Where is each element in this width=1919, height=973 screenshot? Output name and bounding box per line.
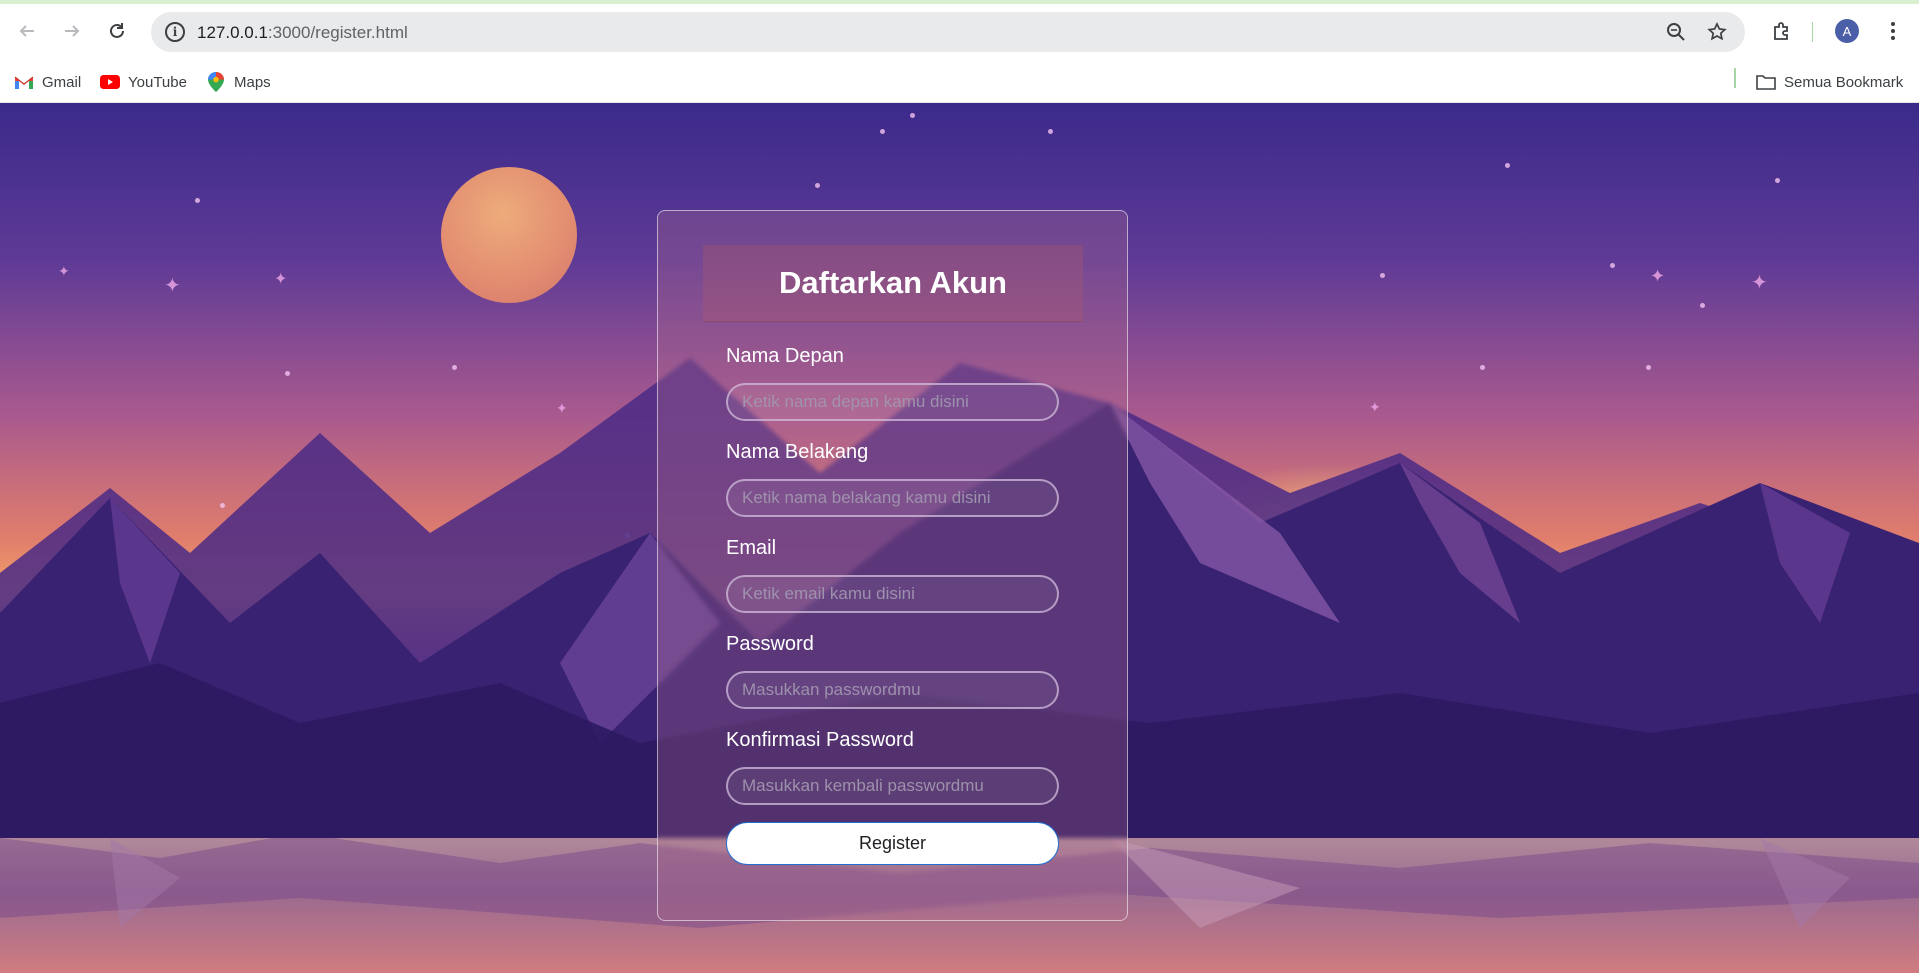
reload-icon bbox=[110, 23, 124, 38]
folder-icon bbox=[1756, 74, 1776, 90]
address-bar[interactable]: i 127.0.0.1:3000/register.html bbox=[151, 12, 1745, 52]
extensions-icon[interactable] bbox=[1765, 14, 1799, 48]
toolbar-divider bbox=[1812, 22, 1813, 42]
confirm-password-input[interactable] bbox=[726, 767, 1059, 805]
bookmarks-divider bbox=[1734, 68, 1736, 88]
first-name-input[interactable] bbox=[726, 383, 1059, 421]
email-input[interactable] bbox=[726, 575, 1059, 613]
forward-button[interactable] bbox=[55, 14, 89, 48]
last-name-label: Nama Belakang bbox=[726, 441, 869, 463]
register-card: Daftarkan Akun Nama Depan Nama Belakang … bbox=[657, 210, 1128, 921]
all-bookmarks-label: Semua Bookmark bbox=[1784, 73, 1904, 91]
profile-avatar[interactable]: A bbox=[1835, 19, 1859, 43]
browser-toolbar: i 127.0.0.1:3000/register.html A bbox=[0, 0, 1919, 61]
back-arrow-icon bbox=[19, 25, 34, 37]
form-title: Daftarkan Akun bbox=[779, 265, 1007, 300]
back-button[interactable] bbox=[10, 14, 44, 48]
forward-arrow-icon bbox=[65, 25, 80, 37]
bookmark-youtube[interactable]: YouTube bbox=[100, 69, 187, 95]
url-host: 127.0.0.1 bbox=[197, 23, 268, 42]
gmail-icon bbox=[14, 74, 34, 90]
bookmarks-bar: Gmail YouTube Maps Semua Bookmark bbox=[0, 61, 1919, 103]
url-path: :3000/register.html bbox=[267, 23, 408, 42]
first-name-label: Nama Depan bbox=[726, 345, 844, 367]
bookmark-star-icon[interactable] bbox=[1705, 20, 1729, 44]
site-info-icon[interactable]: i bbox=[165, 22, 185, 42]
bookmark-gmail[interactable]: Gmail bbox=[14, 69, 81, 95]
reload-button[interactable] bbox=[100, 14, 134, 48]
register-button[interactable]: Register bbox=[726, 822, 1059, 865]
zoom-icon[interactable] bbox=[1664, 20, 1688, 44]
bookmark-maps[interactable]: Maps bbox=[206, 69, 271, 95]
password-input[interactable] bbox=[726, 671, 1059, 709]
youtube-icon bbox=[100, 74, 120, 90]
email-label: Email bbox=[726, 537, 777, 559]
password-label: Password bbox=[726, 633, 814, 655]
loading-bar bbox=[0, 0, 1919, 4]
bookmark-label: YouTube bbox=[128, 73, 187, 91]
maps-icon bbox=[206, 72, 226, 92]
menu-kebab-icon[interactable] bbox=[1876, 14, 1910, 48]
card-header: Daftarkan Akun bbox=[703, 245, 1083, 322]
confirm-password-label: Konfirmasi Password bbox=[726, 729, 914, 751]
url-text[interactable]: 127.0.0.1:3000/register.html bbox=[197, 23, 408, 43]
all-bookmarks-folder[interactable]: Semua Bookmark bbox=[1756, 69, 1903, 95]
bookmark-label: Gmail bbox=[42, 73, 82, 91]
last-name-input[interactable] bbox=[726, 479, 1059, 517]
bookmark-label: Maps bbox=[234, 73, 271, 91]
